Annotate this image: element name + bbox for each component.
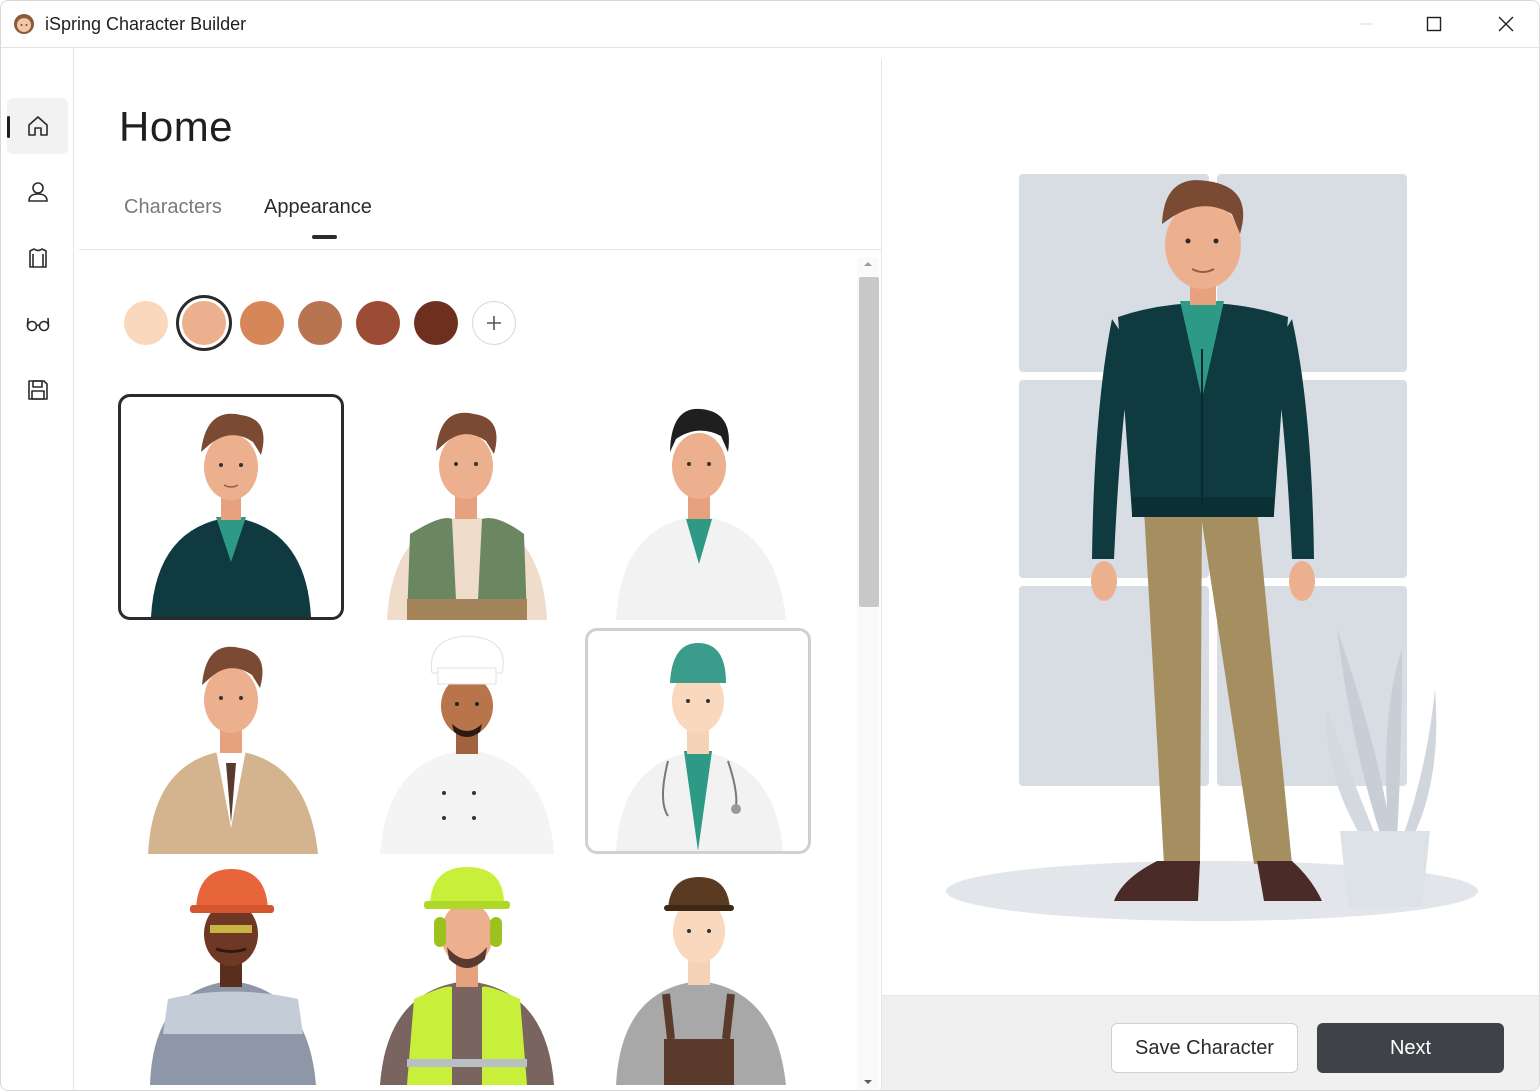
window-title: iSpring Character Builder [45, 14, 247, 34]
minimize-button[interactable] [1331, 1, 1401, 47]
sidebar-item-character[interactable] [7, 164, 68, 220]
next-button[interactable]: Next [1317, 1023, 1504, 1073]
scroll-down-arrow-icon[interactable] [863, 1077, 873, 1087]
character-portrait [151, 413, 311, 617]
minimize-icon [1359, 23, 1373, 25]
close-button[interactable] [1471, 1, 1539, 47]
glasses-icon [26, 317, 49, 332]
app-window: iSpring Character Builder Home Character… [0, 0, 1540, 1091]
shirt-icon [28, 248, 47, 268]
character-card-surgeon-man[interactable] [585, 628, 811, 854]
close-icon [1498, 16, 1514, 32]
character-portrait [387, 412, 547, 620]
sidebar [1, 48, 74, 1090]
character-portrait [616, 877, 786, 1085]
skin-tone-swatch[interactable] [414, 301, 458, 345]
ispring-character-face-icon [14, 14, 34, 34]
character-preview-illustration [946, 174, 1478, 921]
character-portrait [150, 869, 316, 1085]
skin-tone-swatch[interactable] [240, 301, 284, 345]
floppy-disk-icon [27, 380, 48, 400]
person-icon [27, 182, 48, 202]
skin-tone-swatch[interactable] [298, 301, 342, 345]
character-card-hardhat-worker[interactable] [118, 859, 344, 1085]
character-card-chef-man[interactable] [352, 628, 578, 854]
skin-tone-swatch[interactable] [356, 301, 400, 345]
divider [79, 249, 881, 250]
character-preview [882, 49, 1539, 995]
page-title: Home [119, 103, 234, 150]
tab-appearance[interactable]: Appearance [264, 196, 372, 219]
skin-tone-swatch[interactable] [124, 301, 168, 345]
character-portrait [616, 408, 786, 620]
maximize-icon [1426, 16, 1442, 32]
skin-tone-swatch-selected[interactable] [182, 301, 226, 345]
scroll-up-arrow-icon[interactable] [863, 259, 873, 269]
character-portrait [380, 635, 554, 854]
character-portrait [616, 643, 783, 851]
character-card-cardigan-man[interactable] [118, 394, 344, 620]
character-portrait [380, 867, 554, 1085]
character-card-doctor-coat-man[interactable] [586, 394, 812, 620]
sidebar-item-clothing[interactable] [7, 230, 68, 286]
character-portrait [148, 646, 318, 854]
character-card-suit-man[interactable] [118, 628, 344, 854]
sidebar-item-accessories[interactable] [7, 296, 68, 352]
maximize-button[interactable] [1399, 1, 1469, 47]
active-tab-underline [312, 235, 337, 239]
character-card-overalls-worker[interactable] [586, 859, 812, 1085]
save-character-button[interactable]: Save Character [1111, 1023, 1298, 1073]
scrollbar-thumb[interactable] [859, 277, 879, 607]
plus-icon [487, 316, 501, 330]
character-card-vest-man[interactable] [352, 394, 578, 620]
sidebar-item-save[interactable] [7, 362, 68, 418]
active-indicator [7, 116, 10, 138]
title-bar: iSpring Character Builder [1, 1, 1539, 48]
footer-bar: Save Character Next [882, 995, 1539, 1090]
tab-characters[interactable]: Characters [124, 196, 222, 219]
character-card-safety-vest-worker[interactable] [352, 859, 578, 1085]
home-icon [27, 116, 48, 136]
sidebar-item-home[interactable] [7, 98, 68, 154]
add-skin-tone-button[interactable] [472, 301, 516, 345]
